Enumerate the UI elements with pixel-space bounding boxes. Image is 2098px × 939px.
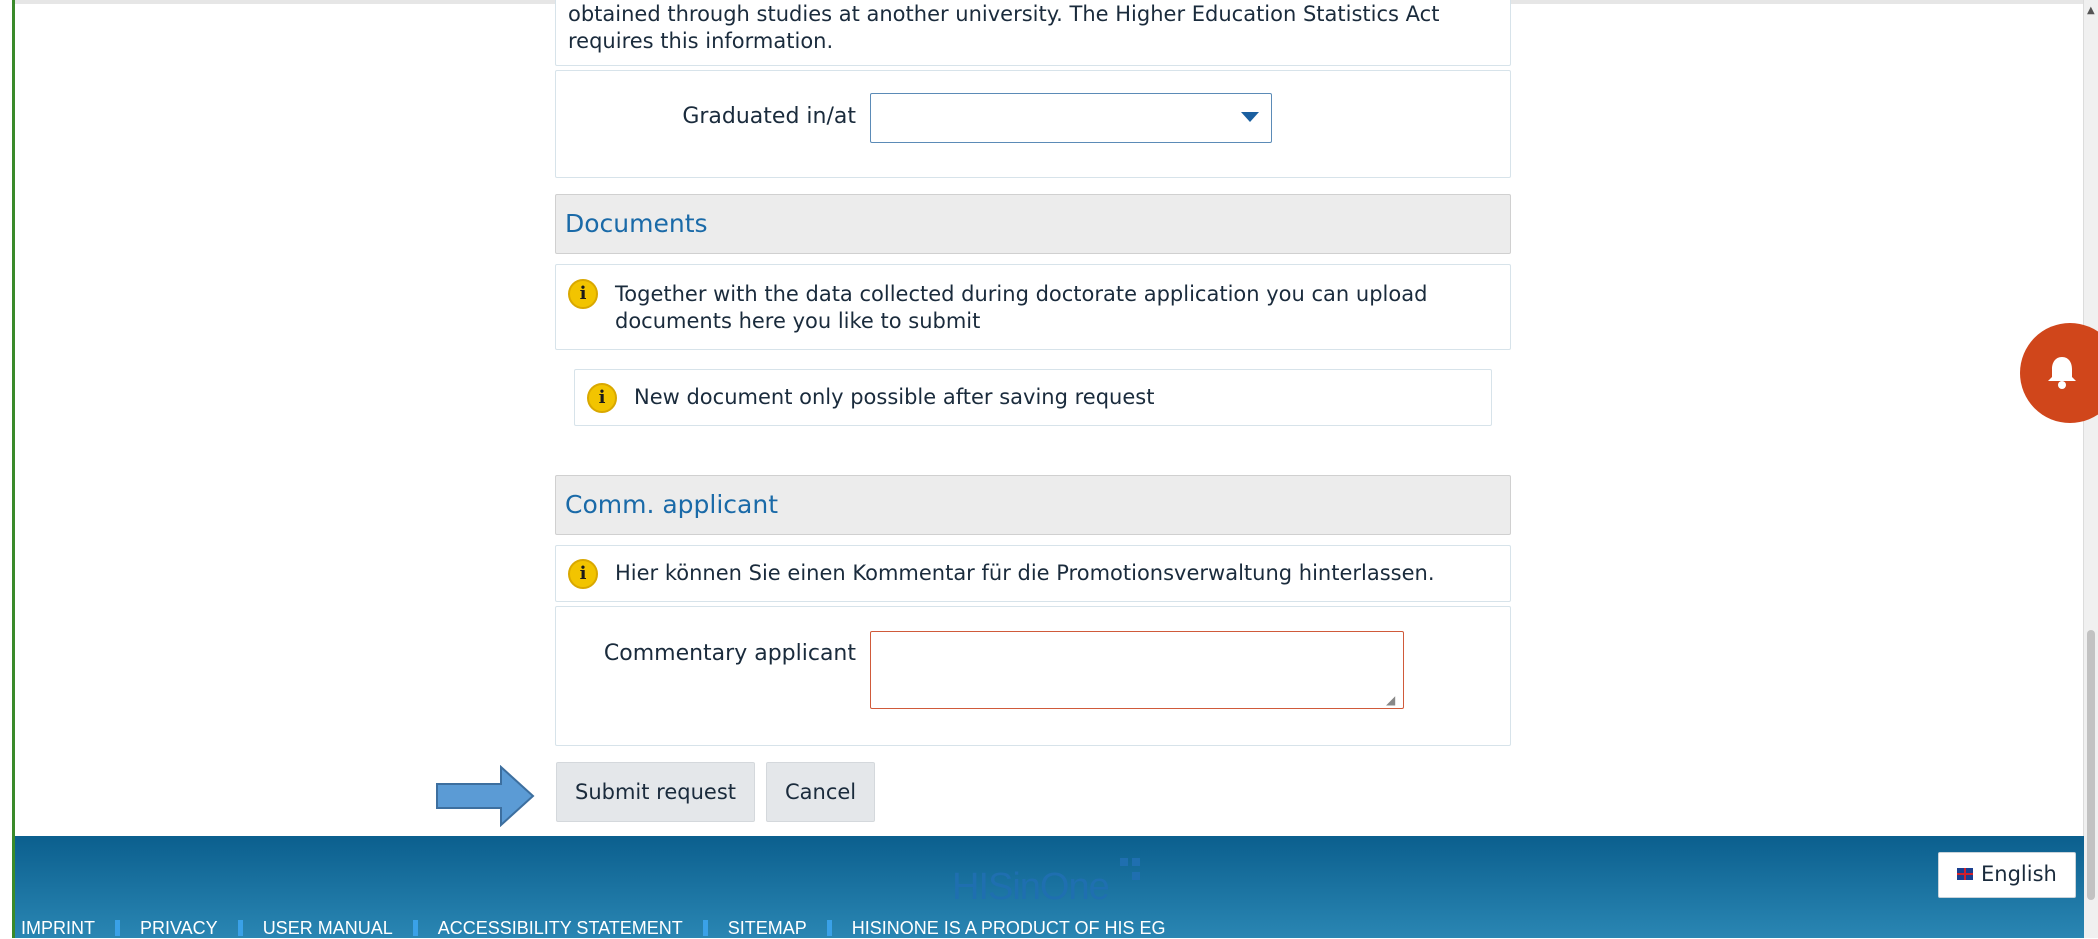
uk-flag-icon [1957, 868, 1973, 880]
documents-notice-box: i New document only possible after savin… [574, 369, 1492, 426]
comm-section-title: Comm. applicant [565, 490, 779, 519]
comm-info-text: Hier können Sie einen Kommentar für die … [615, 561, 1435, 585]
bell-icon [2048, 357, 2076, 389]
hisinone-logo: HISinOne [952, 866, 1110, 908]
footer-link-sitemap[interactable]: SITEMAP [728, 918, 807, 938]
chevron-down-icon[interactable] [1241, 112, 1259, 122]
statistics-info-text: obtained through studies at another univ… [568, 2, 1440, 53]
footer-link-privacy[interactable]: PRIVACY [140, 918, 218, 938]
footer-link-his-eg[interactable]: HISINONE IS A PRODUCT OF HIS EG [852, 918, 1166, 938]
statistics-info-box: obtained through studies at another univ… [555, 0, 1511, 66]
scrollbar-thumb[interactable] [2087, 630, 2095, 900]
footer-separator [826, 920, 832, 936]
scroll-up-arrow-icon[interactable]: ▲ [2087, 6, 2095, 16]
commentary-field-row: Commentary applicant ◢ [555, 606, 1511, 746]
graduated-select[interactable] [870, 93, 1272, 143]
submit-request-button[interactable]: Submit request [556, 762, 755, 822]
vertical-scrollbar[interactable]: ▲ [2083, 0, 2098, 938]
cancel-button[interactable]: Cancel [766, 762, 876, 822]
footer-link-imprint[interactable]: IMPRINT [21, 918, 95, 938]
comm-section-header: Comm. applicant [555, 475, 1511, 535]
comm-info-box: i Hier können Sie einen Kommentar für di… [555, 545, 1511, 602]
footer-separator [702, 920, 708, 936]
documents-section-header: Documents [555, 194, 1511, 254]
graduated-label: Graduated in/at [682, 104, 856, 129]
footer-links: IMPRINT PRIVACY USER MANUAL ACCESSIBILITY S… [21, 918, 1166, 939]
arrow-right-icon [436, 765, 535, 827]
documents-info-text: Together with the data collected during … [615, 282, 1428, 333]
footer-separator [115, 920, 120, 936]
language-selector[interactable]: English [1938, 852, 2076, 898]
footer-link-user-manual[interactable]: USER MANUAL [263, 918, 393, 938]
documents-info-box: i Together with the data collected durin… [555, 264, 1511, 350]
language-label: English [1981, 862, 2057, 886]
page-footer: HISinOne IMPRINT PRIVACY USER MANUAL ACCESS… [15, 836, 2084, 938]
logo-mark-icon [1120, 858, 1142, 888]
footer-separator [412, 920, 418, 936]
resize-grip-icon[interactable]: ◢ [1386, 693, 1400, 707]
info-icon: i [568, 559, 598, 589]
footer-link-accessibility[interactable]: ACCESSIBILITY STATEMENT [438, 918, 683, 938]
info-icon: i [587, 383, 617, 413]
documents-section-title: Documents [565, 209, 708, 238]
documents-notice-text: New document only possible after saving … [634, 385, 1155, 409]
commentary-label: Commentary applicant [603, 641, 856, 666]
commentary-textarea[interactable] [870, 631, 1404, 709]
graduated-field-row: Graduated in/at [555, 70, 1511, 178]
info-icon: i [568, 279, 598, 309]
footer-separator [237, 920, 243, 936]
window-left-edge [12, 0, 15, 938]
notification-button[interactable] [2020, 323, 2098, 423]
